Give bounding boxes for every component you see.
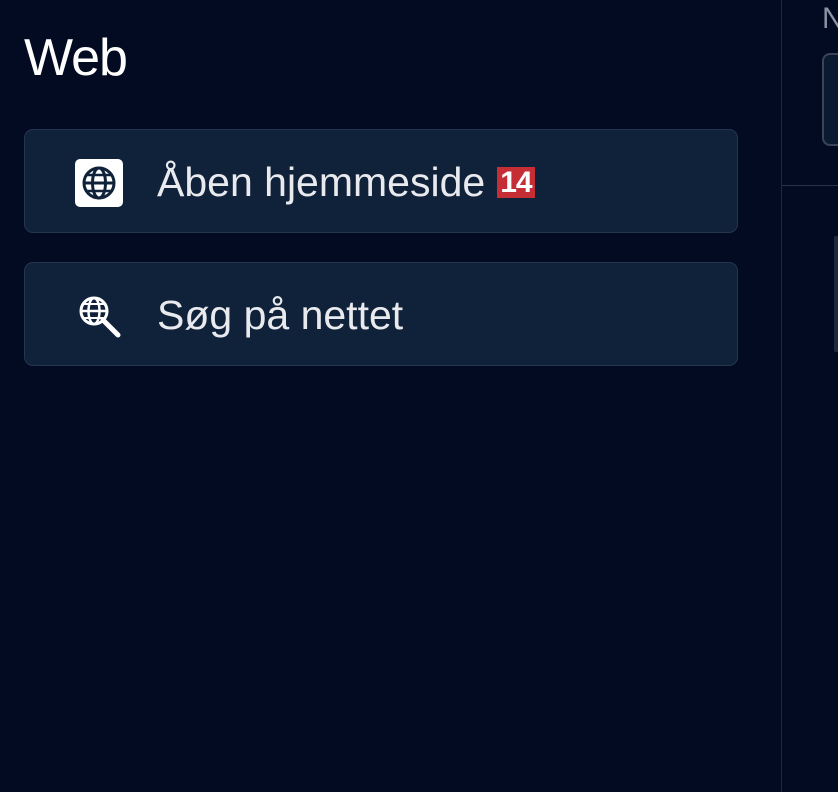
search-web-button[interactable]: Søg på nettet	[24, 262, 738, 366]
search-web-label: Søg på nettet	[157, 292, 404, 338]
open-homepage-label: Åben hjemmeside 14	[157, 159, 535, 205]
adjacent-divider	[782, 185, 838, 186]
adjacent-field-label: N	[822, 2, 838, 35]
open-homepage-button[interactable]: Åben hjemmeside 14	[24, 129, 738, 233]
globe-search-icon	[74, 291, 124, 341]
globe-icon	[74, 158, 124, 208]
shortcut-badge: 14	[497, 167, 535, 199]
adjacent-input-field[interactable]	[822, 53, 838, 146]
adjacent-panel: N	[782, 0, 838, 792]
web-actions-panel: Web Åben hjemmeside 14 Søg på nettet	[0, 0, 781, 792]
adjacent-card-edge[interactable]	[834, 236, 838, 352]
section-title: Web	[24, 29, 128, 87]
